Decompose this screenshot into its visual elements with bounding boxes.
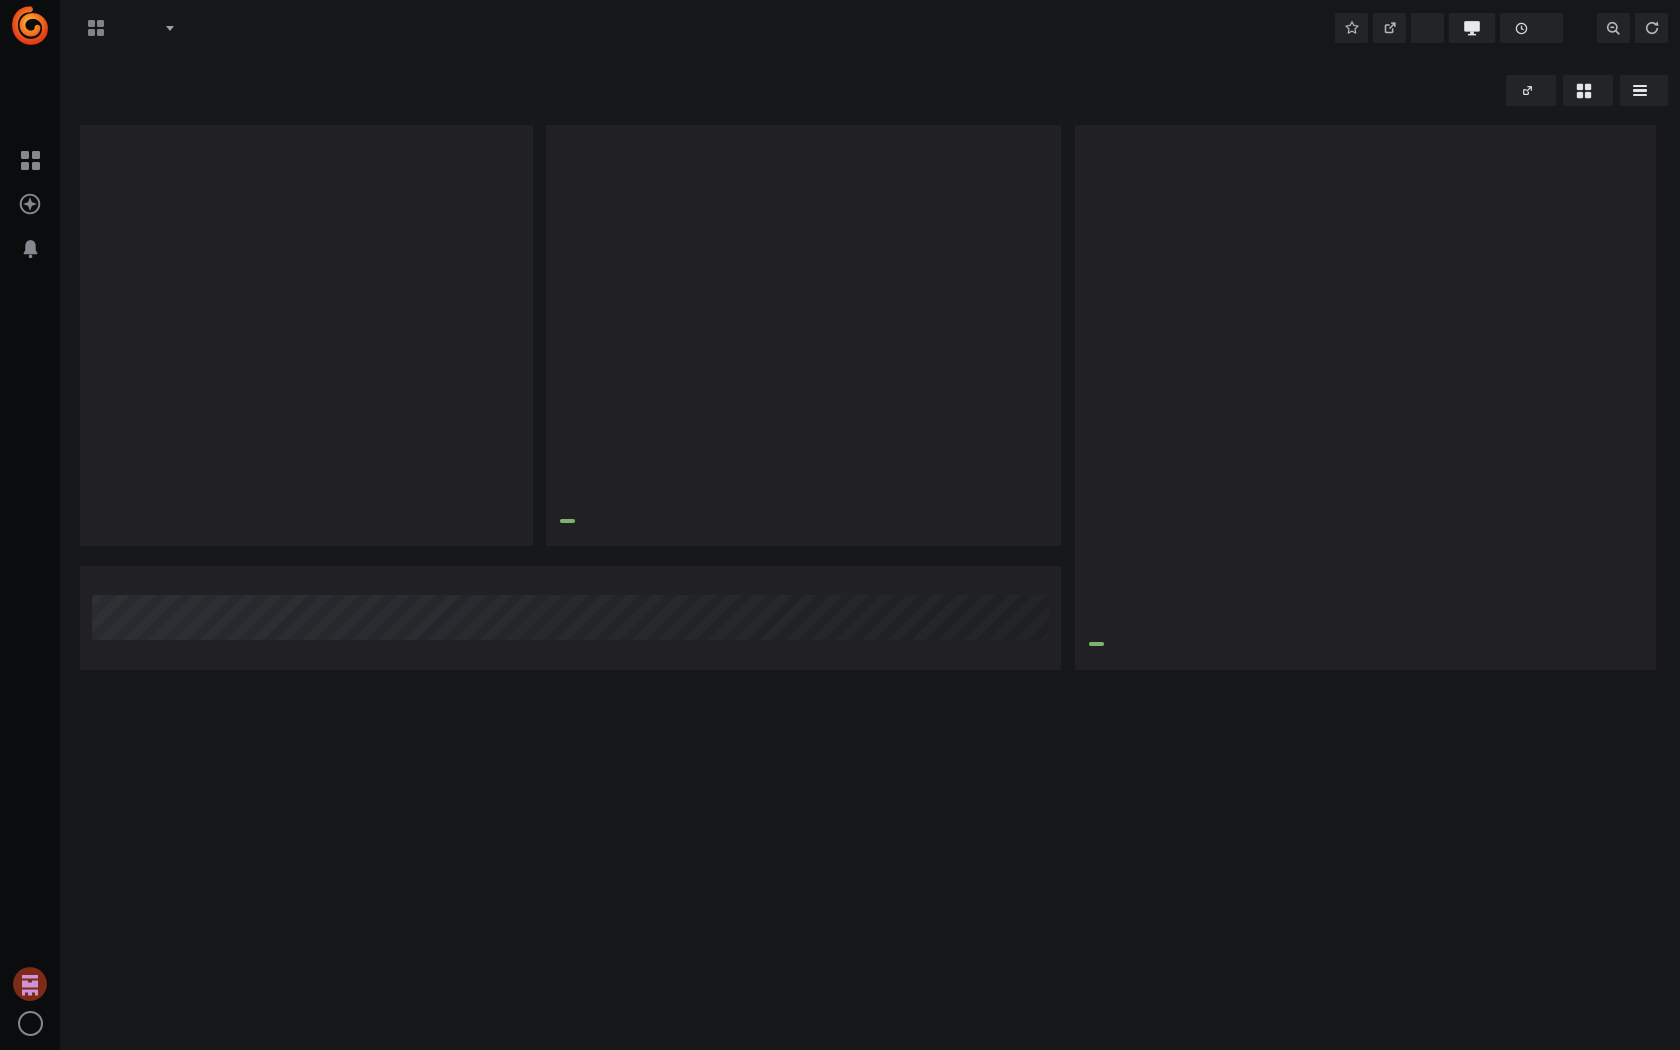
share-button[interactable] [1373,13,1406,43]
star-icon [1343,19,1361,37]
menu-icon [1633,85,1647,97]
sidebar-create-button[interactable] [12,98,48,132]
panel-fuellstand-meter [546,125,1061,546]
refresh-button[interactable] [1635,13,1668,43]
navbar-actions [1330,13,1668,43]
bell-icon [18,236,43,264]
line-chart[interactable] [1075,125,1656,637]
star-button[interactable] [1335,13,1368,43]
time-picker-button[interactable] [1500,13,1563,43]
dashboard-settings-button[interactable] [1411,13,1444,43]
panel-alarm-events [80,566,1061,670]
compass-icon [17,191,43,220]
alarm-state-line [158,619,163,633]
dashboard-links [1506,75,1668,106]
sidebar-alerting-button[interactable] [12,233,48,267]
external-link-icon [1519,83,1535,99]
dashboards-grid-icon [21,151,40,170]
legend [560,519,621,523]
caret-down-icon [166,26,174,31]
dashboard-grid-icon [88,20,104,36]
text-panel [112,712,146,739]
zoom-out-button[interactable] [1597,13,1630,43]
sidebar-menu [0,98,60,312]
gauge-chart[interactable] [80,151,533,546]
link-weitere[interactable] [1620,75,1668,106]
sidebar-explore-button[interactable] [12,188,48,222]
sidebar-configuration-button[interactable] [12,278,48,312]
sidebar [0,0,60,1050]
alarm-row-background [92,595,1049,640]
legend [1089,642,1150,646]
dashboard-grid-icon [1577,83,1591,97]
link-liquid-check[interactable] [1506,75,1556,106]
panel-title[interactable] [1075,132,1656,148]
share-icon [1381,19,1399,37]
grafana-dashboard [0,0,1680,1050]
help-icon[interactable] [18,1011,43,1036]
grafana-logo-icon[interactable] [10,6,50,46]
series-swatch[interactable] [1089,642,1104,646]
sidebar-bottom [0,967,60,1050]
link-tabelle-muster-tank[interactable] [1563,75,1613,106]
refresh-icon [1643,19,1661,37]
panel-fuellstand-liter [1075,125,1656,670]
cycle-view-mode-button[interactable] [1449,13,1495,43]
clock-icon [1513,20,1530,37]
zoom-out-icon [1604,19,1623,38]
sidebar-dashboards-button[interactable] [12,143,48,177]
bar-chart[interactable] [546,125,1061,515]
avatar[interactable] [13,967,47,1001]
alarm-list-item[interactable] [92,595,1049,640]
series-swatch[interactable] [560,519,575,523]
breadcrumb[interactable] [88,20,174,36]
monitor-icon [1461,17,1483,39]
navbar [60,0,1680,56]
panel-fuellstand-gauge [80,125,533,546]
